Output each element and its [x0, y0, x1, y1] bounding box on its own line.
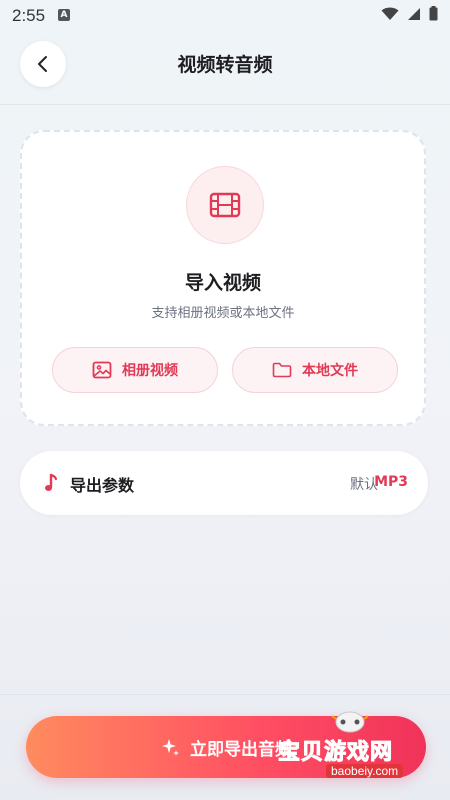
- film-icon-badge: [186, 166, 264, 244]
- image-icon: [92, 361, 112, 379]
- signal-icon: [408, 7, 420, 20]
- music-note-icon: [45, 473, 58, 491]
- import-subtitle: 支持相册视频或本地文件: [151, 306, 295, 321]
- import-title: 导入视频: [184, 272, 261, 294]
- app-notification-icon: A: [58, 9, 70, 21]
- album-video-label: 相册视频: [122, 363, 178, 379]
- header-divider: [0, 104, 450, 105]
- watermark: 宝贝游戏网 baobeiy.com: [276, 706, 436, 784]
- local-file-label: 本地文件: [302, 363, 358, 379]
- local-file-button[interactable]: 本地文件: [232, 347, 398, 393]
- sparkle-icon: [162, 739, 179, 756]
- export-params-row[interactable]: 导出参数 默认 MP3: [20, 451, 428, 515]
- film-icon: [209, 192, 241, 218]
- status-bar: 2:55 A: [0, 0, 450, 32]
- gamepad-mascot-icon: [331, 711, 369, 733]
- header: 视频转音频: [0, 32, 450, 104]
- status-icons: [381, 6, 438, 21]
- export-params-label: 导出参数: [70, 476, 135, 495]
- watermark-url: baobeiy.com: [326, 764, 404, 778]
- page-title: 视频转音频: [177, 54, 273, 76]
- folder-icon: [272, 362, 292, 378]
- format-value: MP3: [374, 474, 408, 490]
- battery-icon: [429, 6, 438, 21]
- status-time: 2:55: [12, 6, 46, 25]
- watermark-text: 宝贝游戏网: [277, 740, 394, 766]
- wifi-icon: [381, 7, 399, 20]
- import-card[interactable]: 导入视频 支持相册视频或本地文件 相册视频 本地文件: [20, 130, 426, 426]
- album-video-button[interactable]: 相册视频: [52, 347, 218, 393]
- bottom-divider: [0, 694, 450, 695]
